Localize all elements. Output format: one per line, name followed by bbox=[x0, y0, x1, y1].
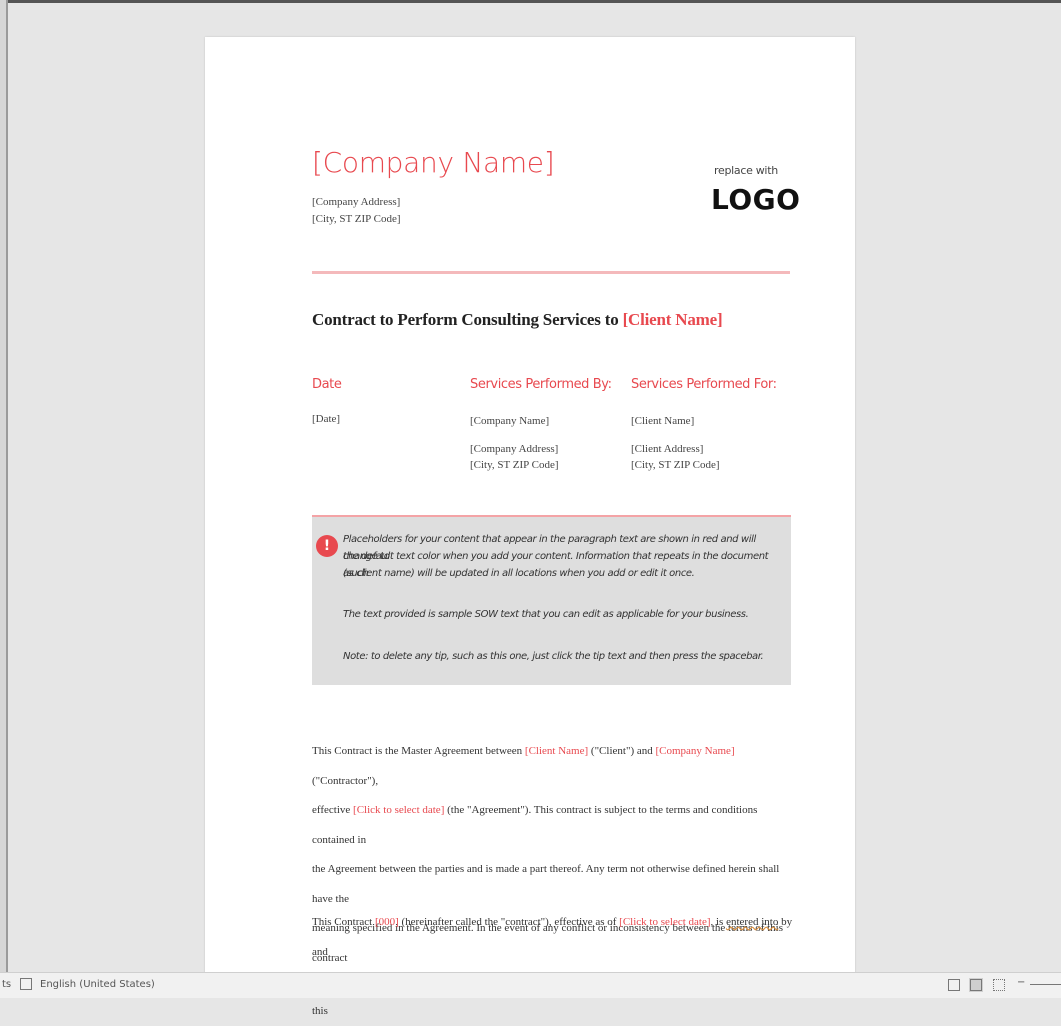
tip-text-line[interactable]: Note: to delete any tip, such as this on… bbox=[343, 648, 773, 665]
company-name-placeholder[interactable]: [Company Name] bbox=[655, 745, 734, 757]
status-bar bbox=[0, 972, 1061, 998]
proofing-icon[interactable] bbox=[20, 978, 32, 990]
text-run: effective bbox=[312, 804, 354, 816]
zoom-out-icon[interactable]: − bbox=[1017, 977, 1025, 988]
tip-text-line[interactable]: The text provided is sample SOW text tha… bbox=[343, 606, 773, 623]
performed-for-client[interactable]: [Client Name] bbox=[631, 415, 694, 427]
paragraph-line: effective [Click to select date] (the "A… bbox=[312, 796, 797, 855]
company-name-placeholder[interactable]: [Company Name] bbox=[312, 146, 555, 179]
zoom-slider[interactable] bbox=[1030, 984, 1061, 985]
language-indicator[interactable]: English (United States) bbox=[40, 979, 155, 990]
title-client-placeholder[interactable]: [Client Name] bbox=[623, 310, 723, 329]
window-left-border bbox=[0, 0, 8, 998]
text-run: This Contract bbox=[312, 916, 375, 928]
date-heading: Date bbox=[312, 377, 342, 392]
company-city[interactable]: [City, ST ZIP Code] bbox=[312, 213, 401, 225]
performed-by-company[interactable]: [Company Name] bbox=[470, 415, 549, 427]
paragraph-line: the Agreement between the parties and is… bbox=[312, 863, 780, 905]
print-layout-icon[interactable] bbox=[969, 978, 983, 992]
header-divider bbox=[312, 271, 790, 274]
contract-title[interactable]: Contract to Perform Consulting Services … bbox=[312, 310, 723, 330]
contract-number-placeholder[interactable]: [000] bbox=[375, 916, 399, 928]
logo-placeholder[interactable]: LOGO bbox=[711, 183, 800, 216]
tip-text-line[interactable]: as client name) will be updated in all l… bbox=[343, 565, 773, 582]
company-address[interactable]: [Company Address] bbox=[312, 196, 400, 208]
text-run: (hereinafter called the "contract"), eff… bbox=[398, 916, 620, 928]
client-name-placeholder[interactable]: [Client Name] bbox=[525, 745, 588, 757]
window-top-border bbox=[0, 0, 1061, 3]
paragraph-line: This Contract [000] (hereinafter called … bbox=[312, 908, 797, 967]
performed-for-address[interactable]: [Client Address] bbox=[631, 443, 703, 455]
body-paragraph-2[interactable]: This Contract [000] (hereinafter called … bbox=[312, 908, 797, 1026]
performed-for-city[interactable]: [City, ST ZIP Code] bbox=[631, 459, 720, 471]
text-run: ("Client") and bbox=[588, 745, 656, 757]
date-picker-placeholder[interactable]: [Click to select date] bbox=[619, 916, 710, 928]
grammar-flag[interactable]: entered into bbox=[726, 916, 778, 928]
performed-by-city[interactable]: [City, ST ZIP Code] bbox=[470, 459, 559, 471]
web-layout-icon[interactable] bbox=[992, 978, 1006, 992]
read-mode-icon[interactable] bbox=[947, 978, 961, 992]
text-run: , is bbox=[710, 916, 727, 928]
date-picker-placeholder[interactable]: [Click to select date] bbox=[353, 804, 444, 816]
status-word-count-fragment[interactable]: ts bbox=[2, 979, 11, 990]
title-prefix: Contract to Perform Consulting Services … bbox=[312, 310, 623, 329]
paragraph-line: This Contract is the Master Agreement be… bbox=[312, 737, 797, 796]
performed-by-heading: Services Performed By: bbox=[470, 377, 612, 392]
performed-by-address[interactable]: [Company Address] bbox=[470, 443, 558, 455]
tip-alert-icon: ! bbox=[316, 535, 338, 557]
text-run: ("Contractor"), bbox=[312, 774, 379, 787]
date-placeholder[interactable]: [Date] bbox=[312, 413, 340, 425]
text-run: This Contract is the Master Agreement be… bbox=[312, 745, 525, 757]
logo-hint: replace with bbox=[714, 164, 778, 177]
performed-for-heading: Services Performed For: bbox=[631, 377, 777, 392]
